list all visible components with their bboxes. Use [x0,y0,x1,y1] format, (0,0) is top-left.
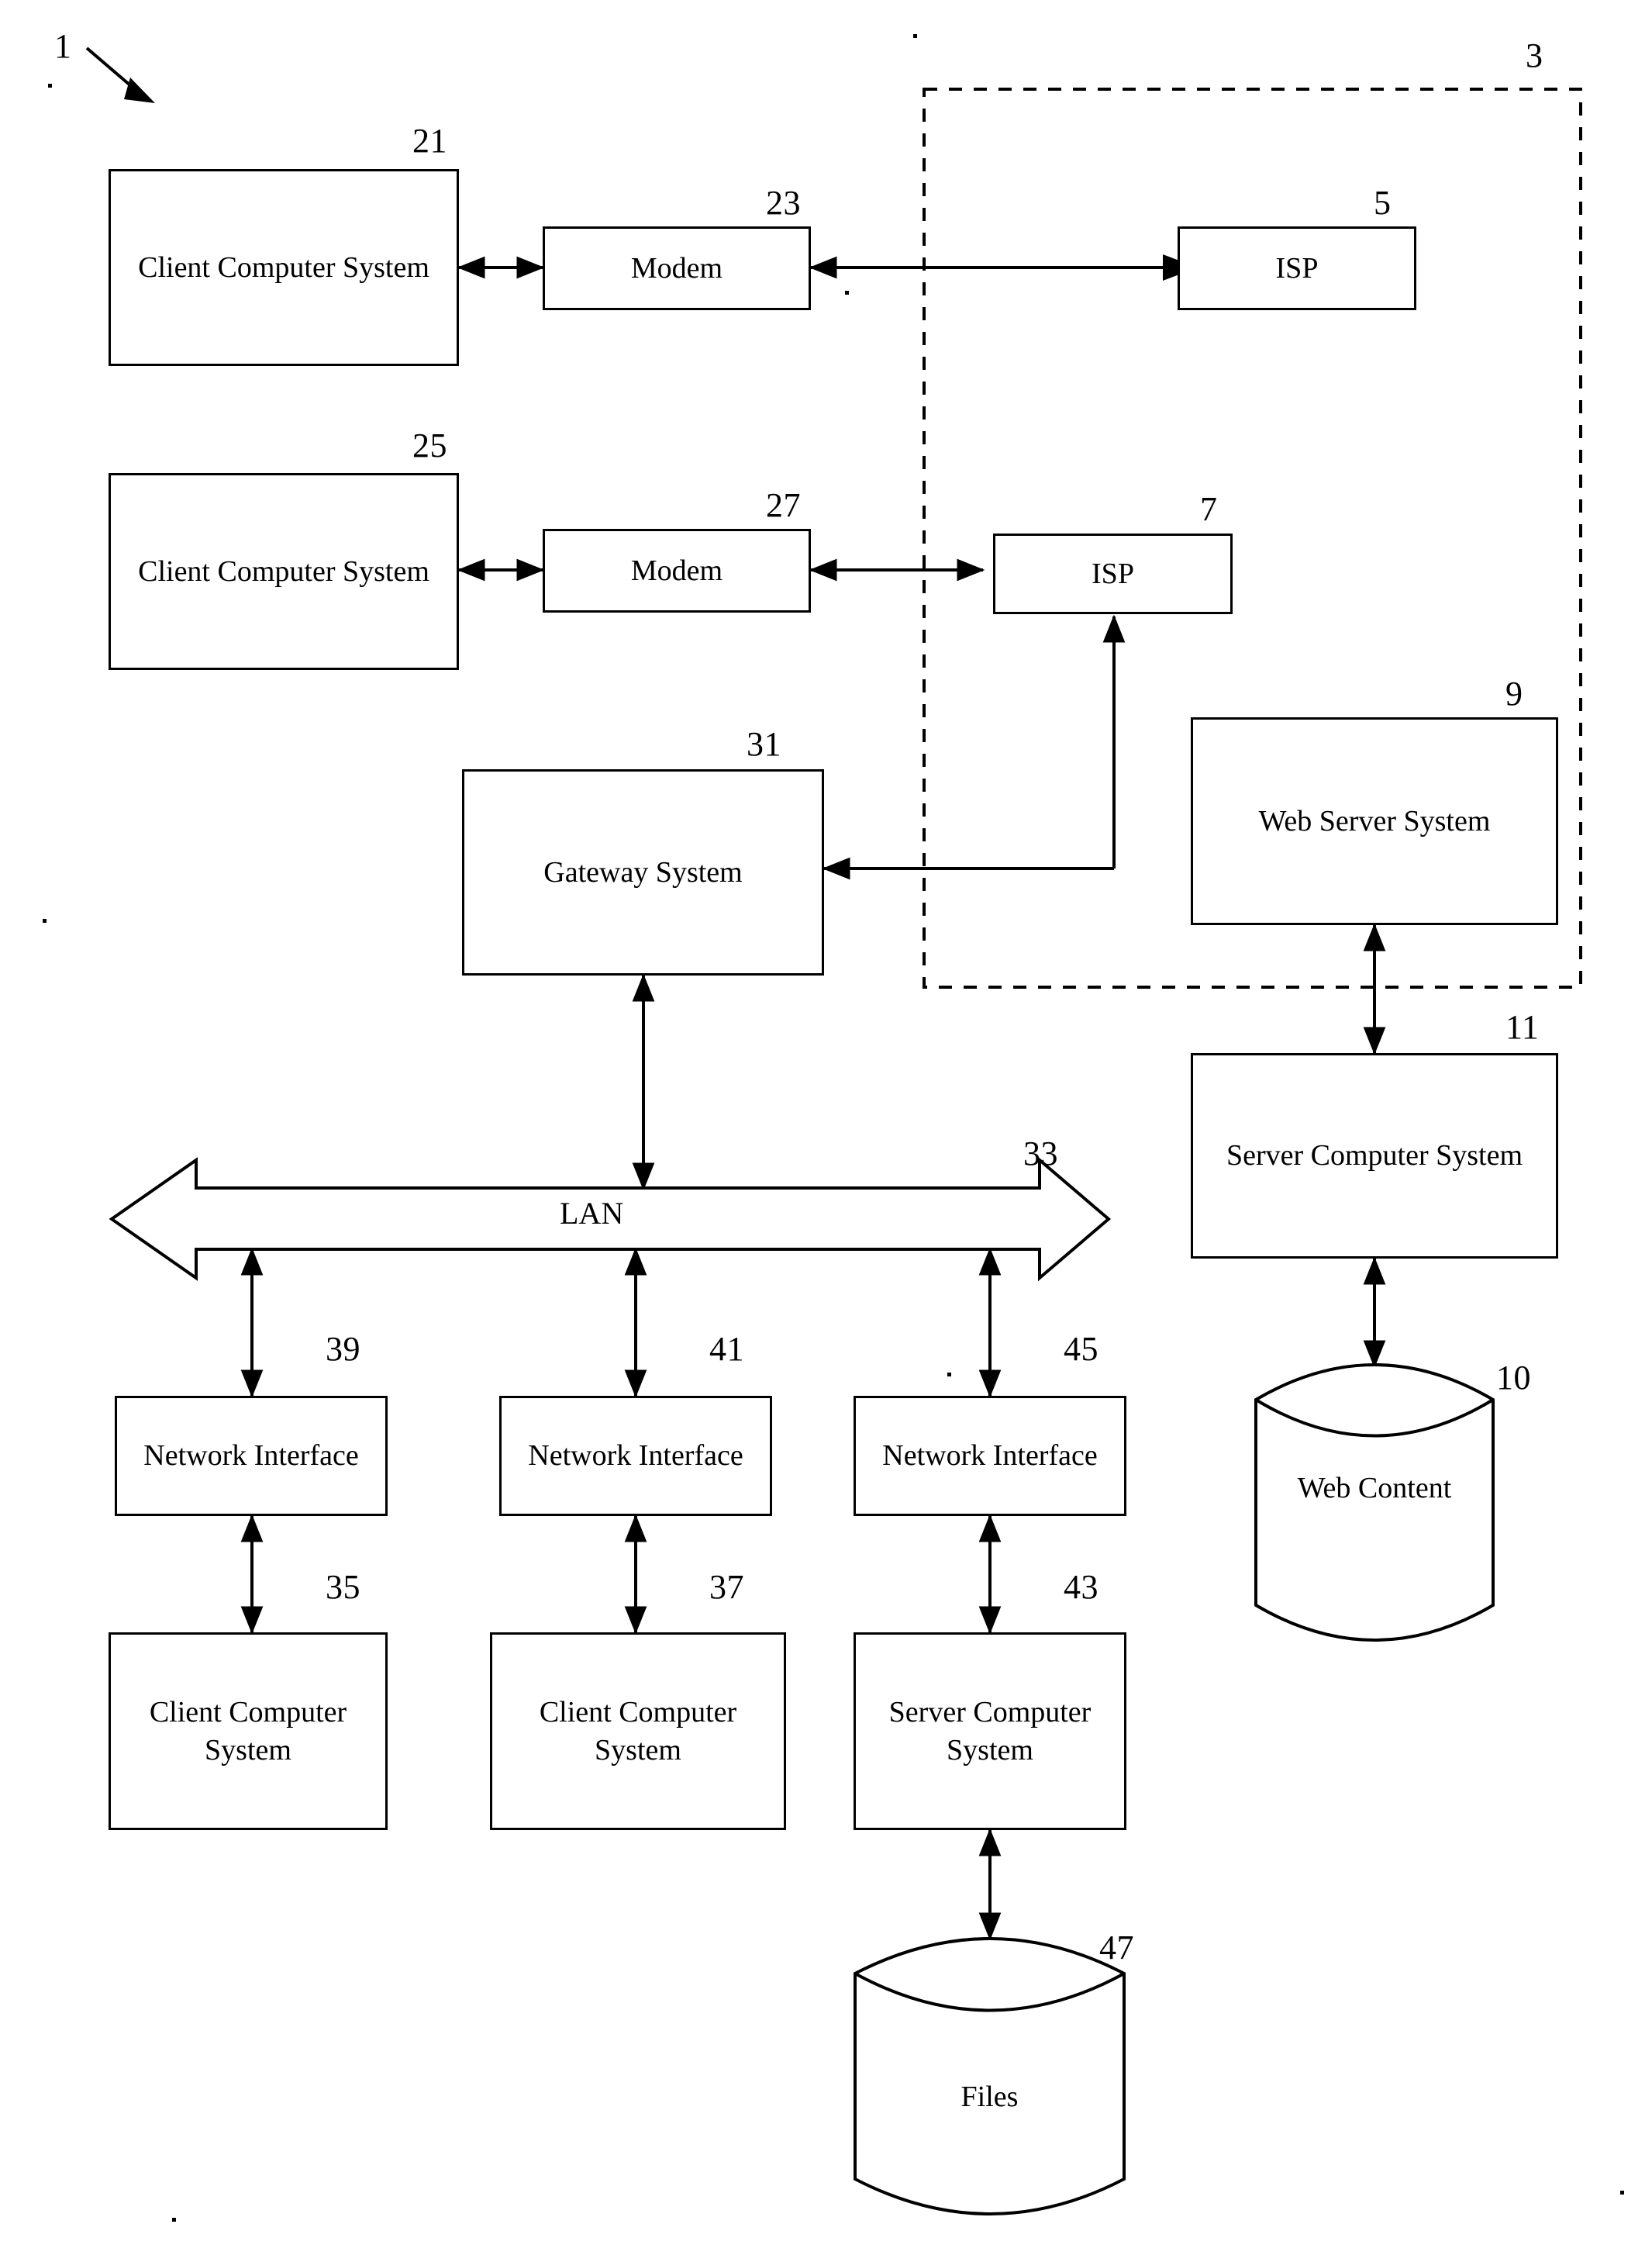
stray-mark [845,291,849,295]
stray-mark [913,34,917,38]
ref-numeral-21: 21 [412,122,447,160]
ref-numeral-31: 31 [747,725,781,763]
edge-7-31 [822,614,1126,880]
node-isp-5[interactable]: ISP [1178,226,1416,310]
node-label: Modem [630,251,723,285]
node-label: Modem [630,554,723,587]
node-label: Network Interface [882,1439,1098,1473]
ref-numeral-25: 25 [412,426,447,464]
node-label: Client Computer System [539,1695,737,1766]
stray-mark [947,1373,951,1376]
node-label: ISP [1092,557,1134,590]
stray-mark [1620,2191,1624,2195]
stray-mark [48,84,52,88]
node-server-computer-system-43[interactable]: Server Computer System [854,1632,1126,1830]
node-label: Client Computer System [138,554,429,588]
node-modem-23[interactable]: Modem [543,226,811,310]
node-label: Server Computer System [888,1695,1092,1766]
ref-numeral-35: 35 [326,1568,360,1606]
node-network-interface-45[interactable]: Network Interface [854,1396,1126,1516]
figure-lead-arrow [85,47,155,103]
node-web-server-system-9[interactable]: Web Server System [1191,717,1558,925]
patent-figure: 1 3 21 Client Computer System 23 Modem 5… [0,0,1652,2262]
node-label: ISP [1275,251,1319,285]
web-content-label: Web Content [1297,1472,1452,1504]
ref-numeral-23: 23 [766,184,801,222]
ref-numeral-41: 41 [709,1330,744,1368]
node-network-interface-41[interactable]: Network Interface [499,1396,772,1516]
node-label: Gateway System [543,855,743,889]
node-label: Server Computer System [1226,1139,1523,1172]
files-cylinder [854,1937,1126,2215]
ref-numeral-27: 27 [766,486,801,524]
node-client-computer-system-25[interactable]: Client Computer System [109,473,459,670]
lan-label: LAN [560,1196,624,1231]
node-server-computer-system-11[interactable]: Server Computer System [1191,1053,1558,1259]
ref-numeral-1: 1 [54,27,72,65]
node-label: Client Computer System [138,250,429,284]
stray-mark [172,2218,176,2222]
ref-numeral-11: 11 [1505,1008,1540,1046]
ref-numeral-45: 45 [1064,1330,1098,1368]
ref-numeral-33: 33 [1023,1134,1058,1172]
ref-numeral-37: 37 [709,1568,744,1606]
node-label: Web Server System [1258,804,1491,837]
ref-numeral-43: 43 [1064,1568,1098,1606]
ref-numeral-9: 9 [1505,675,1523,713]
node-label: Client Computer System [149,1695,347,1766]
node-label: Network Interface [528,1439,743,1473]
node-client-computer-system-21[interactable]: Client Computer System [109,169,459,366]
node-client-computer-system-37[interactable]: Client Computer System [490,1632,786,1830]
ref-numeral-39: 39 [326,1330,360,1368]
node-isp-7[interactable]: ISP [993,534,1233,614]
files-label: Files [961,2081,1019,2113]
ref-numeral-7: 7 [1200,490,1218,528]
ref-numeral-10: 10 [1496,1359,1531,1397]
node-network-interface-39[interactable]: Network Interface [115,1396,388,1516]
node-gateway-system-31[interactable]: Gateway System [462,769,824,976]
ref-numeral-3: 3 [1526,36,1543,74]
ref-numeral-47: 47 [1099,1929,1134,1967]
node-modem-27[interactable]: Modem [543,529,811,613]
node-client-computer-system-35[interactable]: Client Computer System [109,1632,388,1830]
ref-numeral-5: 5 [1374,184,1392,222]
edge-23-5 [809,254,1198,281]
node-label: Network Interface [143,1439,359,1473]
stray-mark [43,919,47,923]
